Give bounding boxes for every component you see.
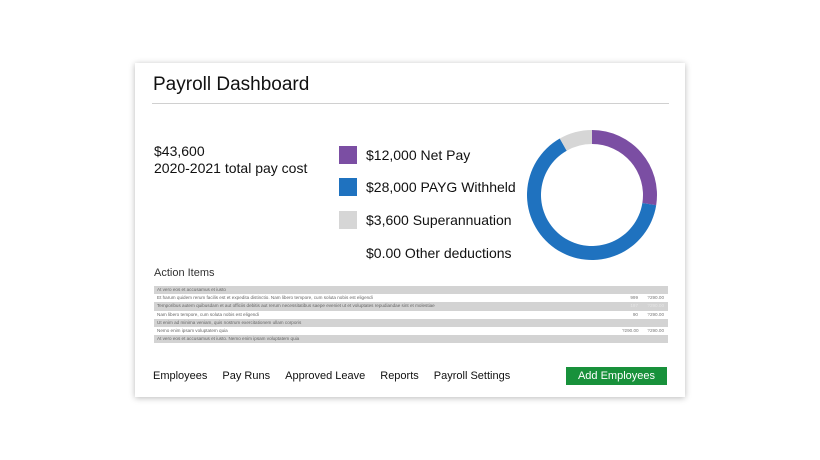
action-items-table: At vero eos et accusamus et iusto Et har… (154, 286, 668, 344)
row-text: Nam libero tempore, cum soluta nobis est… (157, 311, 259, 317)
total-pay-cost-amount: $43,600 (154, 143, 205, 159)
other-deductions-swatch (339, 244, 357, 262)
nav-employees[interactable]: Employees (153, 370, 207, 382)
row-text: Et harum quidem rerum facilis est et exp… (157, 295, 373, 301)
legend-label: $0.00 Other deductions (366, 245, 512, 261)
nav-payroll-settings[interactable]: Payroll Settings (434, 370, 510, 382)
payg-withheld-swatch (339, 178, 357, 196)
row-value-b: ?290.00 (647, 295, 664, 301)
row-value-b: ?290.00 (647, 327, 664, 333)
legend-superannuation: $3,600 Superannuation (339, 211, 512, 229)
bottom-nav: Employees Pay Runs Approved Leave Report… (153, 370, 510, 382)
legend-label: $12,000 Net Pay (366, 147, 471, 163)
superannuation-swatch (339, 211, 357, 229)
row-text: At vero eos et accusamus et iusto (157, 287, 226, 292)
net-pay-slice (592, 130, 657, 206)
row-value-b: ?290.00 (647, 311, 664, 317)
legend-label: $28,000 PAYG Withheld (366, 179, 516, 195)
table-row[interactable]: At vero eos et accusamus et iusto. Nemo … (154, 335, 668, 344)
table-row[interactable]: Nemo enim ipsam voluptatem quia ?290.00 … (154, 327, 668, 335)
table-row[interactable]: Temporibus autem quibusdam et aut offici… (154, 302, 668, 311)
row-value-b: ?290.00 (647, 303, 664, 309)
row-value-a: 197 (630, 303, 638, 309)
net-pay-swatch (339, 146, 357, 164)
add-employees-button[interactable]: Add Employees (566, 367, 667, 385)
payroll-dashboard-card: Payroll Dashboard $43,600 2020-2021 tota… (135, 63, 685, 397)
pay-cost-donut-chart (527, 130, 657, 260)
legend-label: $3,600 Superannuation (366, 212, 512, 228)
table-row[interactable]: Nam libero tempore, cum soluta nobis est… (154, 311, 668, 319)
nav-reports[interactable]: Reports (380, 370, 419, 382)
legend-net-pay: $12,000 Net Pay (339, 146, 470, 164)
table-row[interactable]: Ut enim ad minima veniam, quis nostrum e… (154, 318, 668, 327)
row-text: Temporibus autem quibusdam et aut offici… (157, 303, 435, 309)
total-pay-cost-label: 2020-2021 total pay cost (154, 160, 308, 176)
row-text: Ut enim ad minima veniam, quis nostrum e… (157, 319, 302, 325)
page-title: Payroll Dashboard (153, 74, 310, 95)
row-value-a: 999 (630, 295, 638, 301)
title-divider (152, 103, 669, 104)
legend-other-deductions: $0.00 Other deductions (339, 244, 512, 262)
row-value-a: ?290.00 (622, 327, 639, 333)
nav-pay-runs[interactable]: Pay Runs (222, 370, 270, 382)
nav-approved-leave[interactable]: Approved Leave (285, 370, 365, 382)
table-row[interactable]: Et harum quidem rerum facilis est et exp… (154, 294, 668, 302)
table-row[interactable]: At vero eos et accusamus et iusto (154, 286, 668, 295)
row-text: At vero eos et accusamus et iusto. Nemo … (157, 336, 300, 342)
action-items-heading: Action Items (154, 267, 215, 279)
row-value-a: 90 (632, 311, 638, 317)
row-text: Nemo enim ipsam voluptatem quia (157, 327, 228, 333)
legend-payg-withheld: $28,000 PAYG Withheld (339, 178, 516, 196)
